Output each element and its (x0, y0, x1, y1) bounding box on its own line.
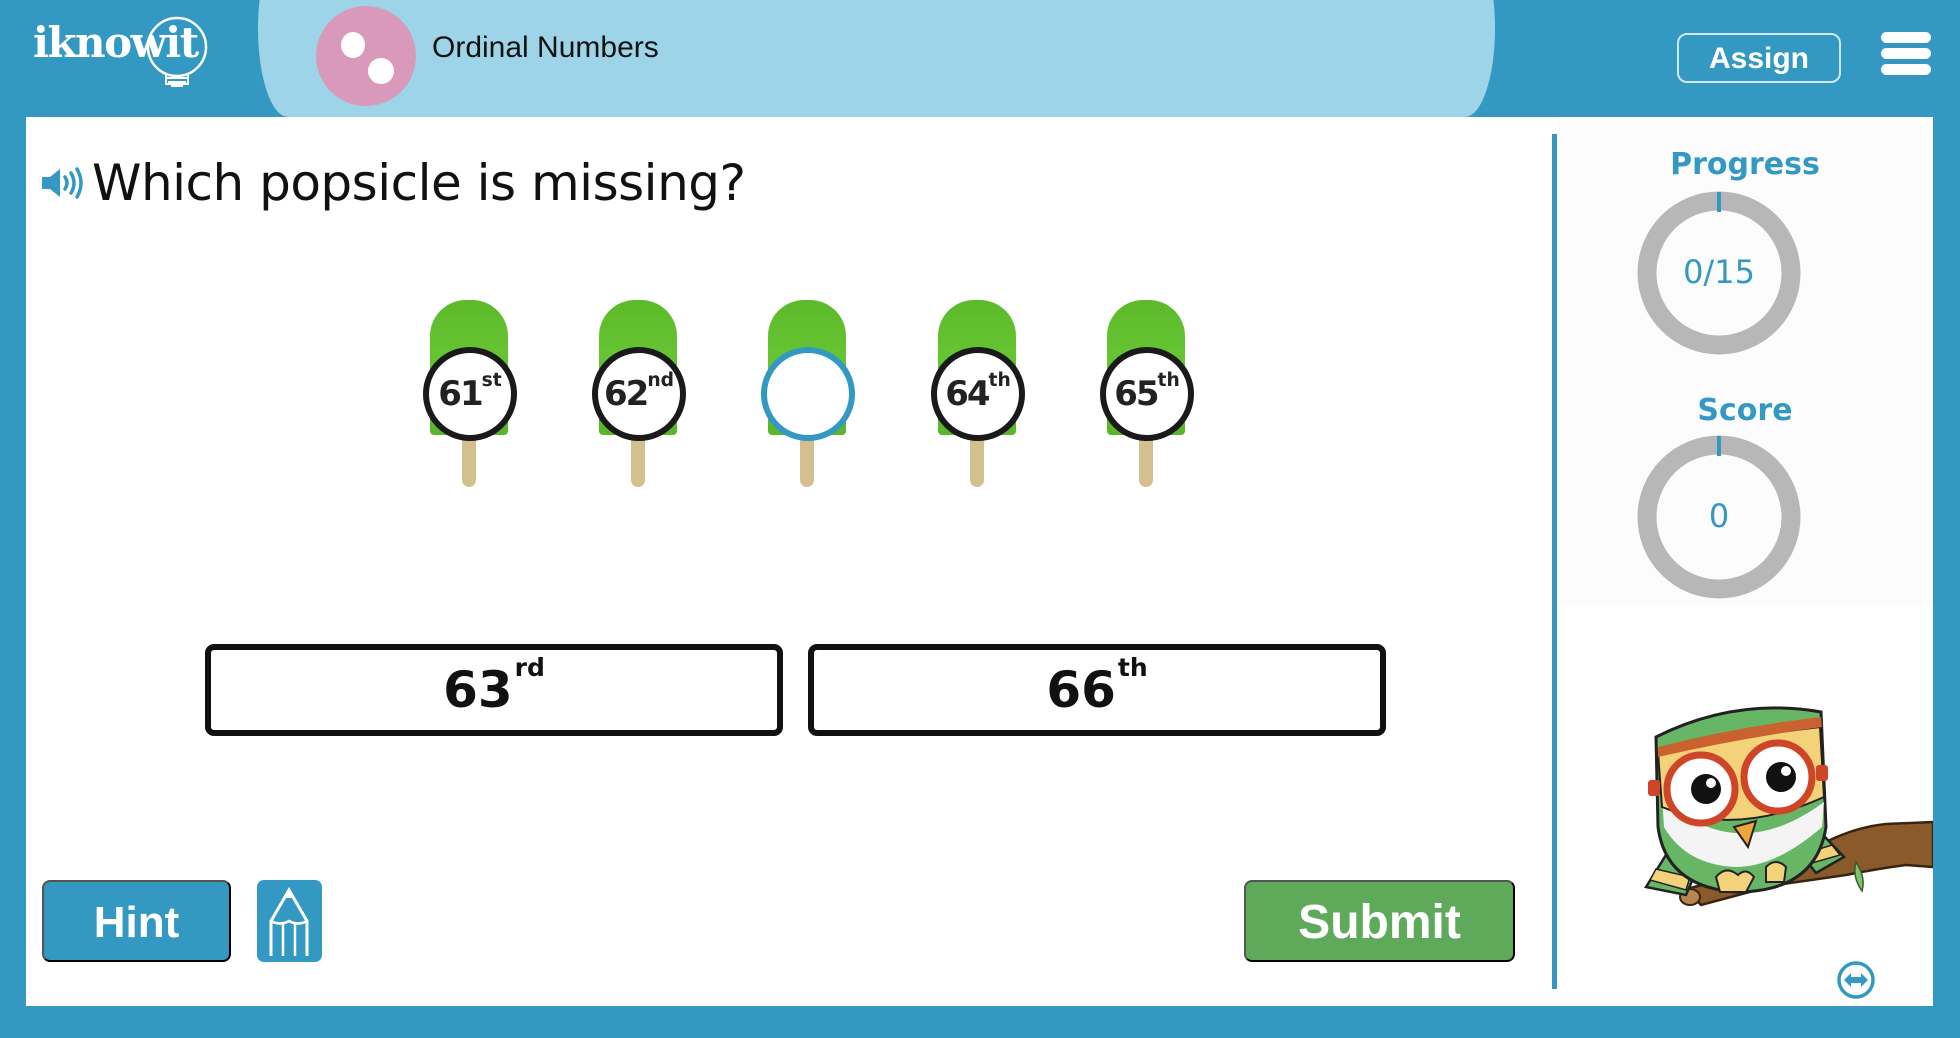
submit-button[interactable]: Submit (1244, 880, 1515, 962)
answer-choice[interactable]: 66th (808, 644, 1386, 736)
popsicle: 61st (422, 300, 518, 490)
stats-panel: Progress 0/15 Score 0 (1557, 117, 1933, 605)
assign-button[interactable]: Assign (1677, 33, 1841, 83)
topic-title: Ordinal Numbers (432, 31, 659, 64)
lightbulb-icon (146, 16, 208, 87)
topic-icon (316, 6, 416, 106)
score-title: Score (1697, 393, 1793, 428)
expand-horizontal-icon[interactable] (1836, 960, 1876, 1000)
progress-title: Progress (1670, 147, 1820, 182)
pencil-button[interactable] (257, 880, 322, 962)
popsicle-label: 64th (931, 347, 1025, 441)
iknowit-logo[interactable]: iknowit (30, 12, 230, 92)
hamburger-menu-icon[interactable] (1881, 30, 1931, 76)
hint-button[interactable]: Hint (42, 880, 231, 962)
popsicle-label: 61st (423, 347, 517, 441)
pencil-icon (269, 887, 309, 956)
activity-panel: Which popsicle is missing? 61st 62nd 64 t… (26, 117, 1933, 1006)
popsicle: 65th (1099, 300, 1195, 490)
question-text: Which popsicle is missing? (92, 153, 746, 212)
score-value: 0 (1708, 497, 1730, 535)
popsicle: 62nd (591, 300, 687, 490)
popsicle-label: 65th (1100, 347, 1194, 441)
popsicle-missing (760, 300, 856, 490)
speaker-icon[interactable] (40, 165, 86, 201)
popsicle-label: 62nd (592, 347, 686, 441)
answer-choice[interactable]: 63rd (205, 644, 783, 736)
owl-mascot-image (1643, 706, 1933, 907)
popsicle: 64th (930, 300, 1026, 490)
progress-value: 0/15 (1683, 253, 1755, 291)
question: Which popsicle is missing? (40, 145, 746, 220)
missing-drop-slot[interactable] (761, 347, 855, 441)
